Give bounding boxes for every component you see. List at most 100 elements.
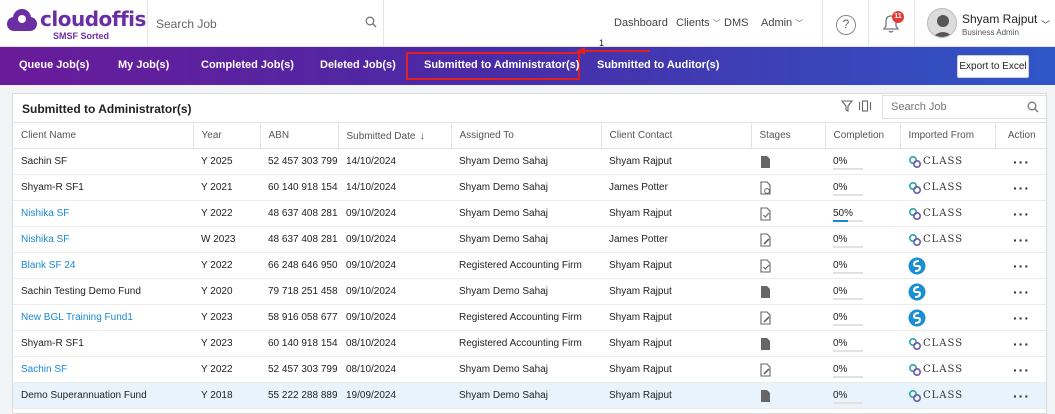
table-row[interactable]: Sachin SF Y 2025 52 457 303 799 14/10/2024 S… [13, 148, 1046, 175]
table-row[interactable]: Shyam-R SF1 Y 2021 60 140 918 154 14/10/202… [13, 174, 1046, 201]
avatar[interactable] [927, 8, 957, 38]
document-icon[interactable] [759, 337, 772, 351]
completion-progress: 0% [833, 390, 863, 404]
tab-queue-jobs[interactable]: Queue Job(s) [19, 59, 89, 71]
cell-client-name[interactable]: Nishika SF [13, 226, 193, 253]
page-edge [1049, 93, 1055, 414]
document-edit-icon[interactable] [759, 310, 772, 325]
document-icon[interactable] [759, 155, 772, 169]
cell-stages [751, 148, 825, 175]
cell-year: Y 2023 [193, 330, 260, 357]
export-to-excel-button[interactable]: Export to Excel [957, 55, 1029, 78]
cell-client-name: Demo Superannuation Fund [13, 382, 193, 409]
class-logo: CLASS [908, 155, 963, 169]
document-edit-icon[interactable] [759, 362, 772, 377]
cell-client-contact: James Potter [601, 174, 751, 201]
chevron-down-icon: ﹀ [712, 19, 721, 28]
search-icon[interactable] [365, 16, 377, 28]
table-row[interactable]: Shyam-R SF1 Y 2023 60 140 918 154 08/10/202… [13, 330, 1046, 357]
search-icon[interactable] [1027, 101, 1039, 113]
completion-label: 0% [833, 312, 848, 323]
completion-track [833, 272, 863, 274]
cell-client-contact: Shyam Rajput [601, 330, 751, 357]
completion-track [833, 324, 863, 326]
column-header-assigned-to[interactable]: Assigned To [451, 122, 602, 149]
cell-completion: 0% [825, 382, 900, 409]
document-check-icon[interactable] [759, 206, 772, 221]
tab-my-jobs[interactable]: My Job(s) [118, 59, 169, 71]
more-actions-icon[interactable]: ··· [995, 252, 1046, 279]
tab-deleted-jobs[interactable]: Deleted Job(s) [320, 59, 396, 71]
column-header-completion[interactable]: Completion [825, 122, 901, 149]
more-actions-icon[interactable]: ··· [995, 200, 1046, 227]
class-logo: CLASS [908, 337, 963, 351]
cell-client-name[interactable]: Sachin SF [13, 356, 193, 383]
document-check-icon[interactable] [759, 258, 772, 273]
more-actions-icon[interactable]: ··· [995, 330, 1046, 357]
nav-dms[interactable]: DMS [724, 17, 748, 29]
column-header-client-name[interactable]: Client Name [13, 122, 194, 149]
cell-client-name: Sachin SF [13, 148, 193, 175]
cell-client-name[interactable]: New BGL Training Fund1 [13, 304, 193, 331]
table-row[interactable]: Sachin SF Y 2022 52 457 303 799 08/10/2024 S… [13, 356, 1046, 383]
cell-stages [751, 330, 825, 357]
cloudoffis-logo[interactable]: cloudoffis SMSF Sorted [6, 6, 146, 41]
column-header-stages[interactable]: Stages [751, 122, 826, 149]
cell-year: Y 2018 [193, 382, 260, 409]
more-actions-icon[interactable]: ··· [995, 226, 1046, 253]
nav-clients[interactable]: Clients ﹀ [676, 17, 721, 29]
table-row[interactable]: New BGL Training Fund1 Y 2023 58 916 058 6… [13, 304, 1046, 331]
column-header-imported-from[interactable]: Imported From [900, 122, 996, 149]
brand-tagline: SMSF Sorted [53, 31, 110, 41]
table-row[interactable]: Nishika SF Y 2022 48 637 408 281 09/10/2024… [13, 200, 1046, 227]
column-header-abn[interactable]: ABN [260, 122, 339, 149]
filter-icon[interactable] [841, 100, 853, 112]
table-row[interactable]: Blank SF 24 Y 2022 66 248 646 950 09/10/202… [13, 252, 1046, 279]
tab-submitted-to-auditors[interactable]: Submitted to Auditor(s) [597, 59, 719, 71]
more-actions-icon[interactable]: ··· [995, 304, 1046, 331]
cell-year: Y 2022 [193, 252, 260, 279]
more-actions-icon[interactable]: ··· [995, 382, 1046, 409]
cell-completion: 0% [825, 356, 900, 383]
tab-submitted-to-administrators[interactable]: Submitted to Administrator(s) [424, 59, 579, 71]
document-edit-icon[interactable] [759, 232, 772, 247]
document-clock-icon[interactable] [759, 180, 772, 195]
document-icon[interactable] [759, 285, 772, 299]
panel-search-input[interactable] [891, 100, 1021, 114]
nav-admin-label: Admin [761, 17, 793, 29]
class-logo: CLASS [908, 181, 963, 195]
completion-progress: 0% [833, 234, 863, 248]
completion-progress: 0% [833, 260, 863, 274]
more-actions-icon[interactable]: ··· [995, 278, 1046, 305]
cell-client-name[interactable]: Blank SF 24 [13, 252, 193, 279]
column-header-client-contact[interactable]: Client Contact [601, 122, 752, 149]
chevron-down-icon[interactable]: ﹀ [1041, 18, 1050, 31]
tab-completed-jobs[interactable]: Completed Job(s) [201, 59, 294, 71]
nav-admin[interactable]: Admin ﹀ [761, 17, 803, 29]
table-row[interactable]: Nishika SF W 2023 48 637 408 281 09/10/2024… [13, 226, 1046, 253]
completion-track [833, 402, 863, 404]
completion-track [833, 298, 863, 300]
table-row[interactable]: Demo Superannuation Fund Y 2018 55 222 288… [13, 382, 1046, 409]
document-icon[interactable] [759, 389, 772, 403]
cell-year: Y 2025 [193, 148, 260, 175]
sort-down-arrow-icon[interactable]: ↓ [419, 130, 425, 142]
more-actions-icon[interactable]: ··· [995, 174, 1046, 201]
cell-client-name[interactable]: Nishika SF [13, 200, 193, 227]
more-actions-icon[interactable]: ··· [995, 356, 1046, 383]
column-header-year[interactable]: Year [193, 122, 261, 149]
nav-dashboard[interactable]: Dashboard [614, 17, 668, 29]
top-header: cloudoffis SMSF Sorted Dashboard Clients… [0, 0, 1055, 47]
table-row[interactable]: Sachin Testing Demo Fund Y 2020 79 718 251… [13, 278, 1046, 305]
column-header-submitted-date[interactable]: Submitted Date ↓ [338, 122, 452, 149]
cell-submitted-date: 08/10/2024 [338, 330, 451, 357]
class-logo-text: CLASS [923, 156, 964, 167]
brand-name: cloudoffis [40, 7, 146, 31]
question-circle-icon[interactable]: ? [836, 15, 856, 35]
user-name[interactable]: Shyam Rajput [962, 12, 1037, 26]
job-search-input[interactable] [156, 16, 376, 32]
panel-title: Submitted to Administrator(s) [22, 102, 192, 116]
cell-client-contact: Shyam Rajput [601, 382, 751, 409]
column-settings-icon[interactable] [858, 100, 872, 112]
more-actions-icon[interactable]: ··· [995, 148, 1046, 175]
